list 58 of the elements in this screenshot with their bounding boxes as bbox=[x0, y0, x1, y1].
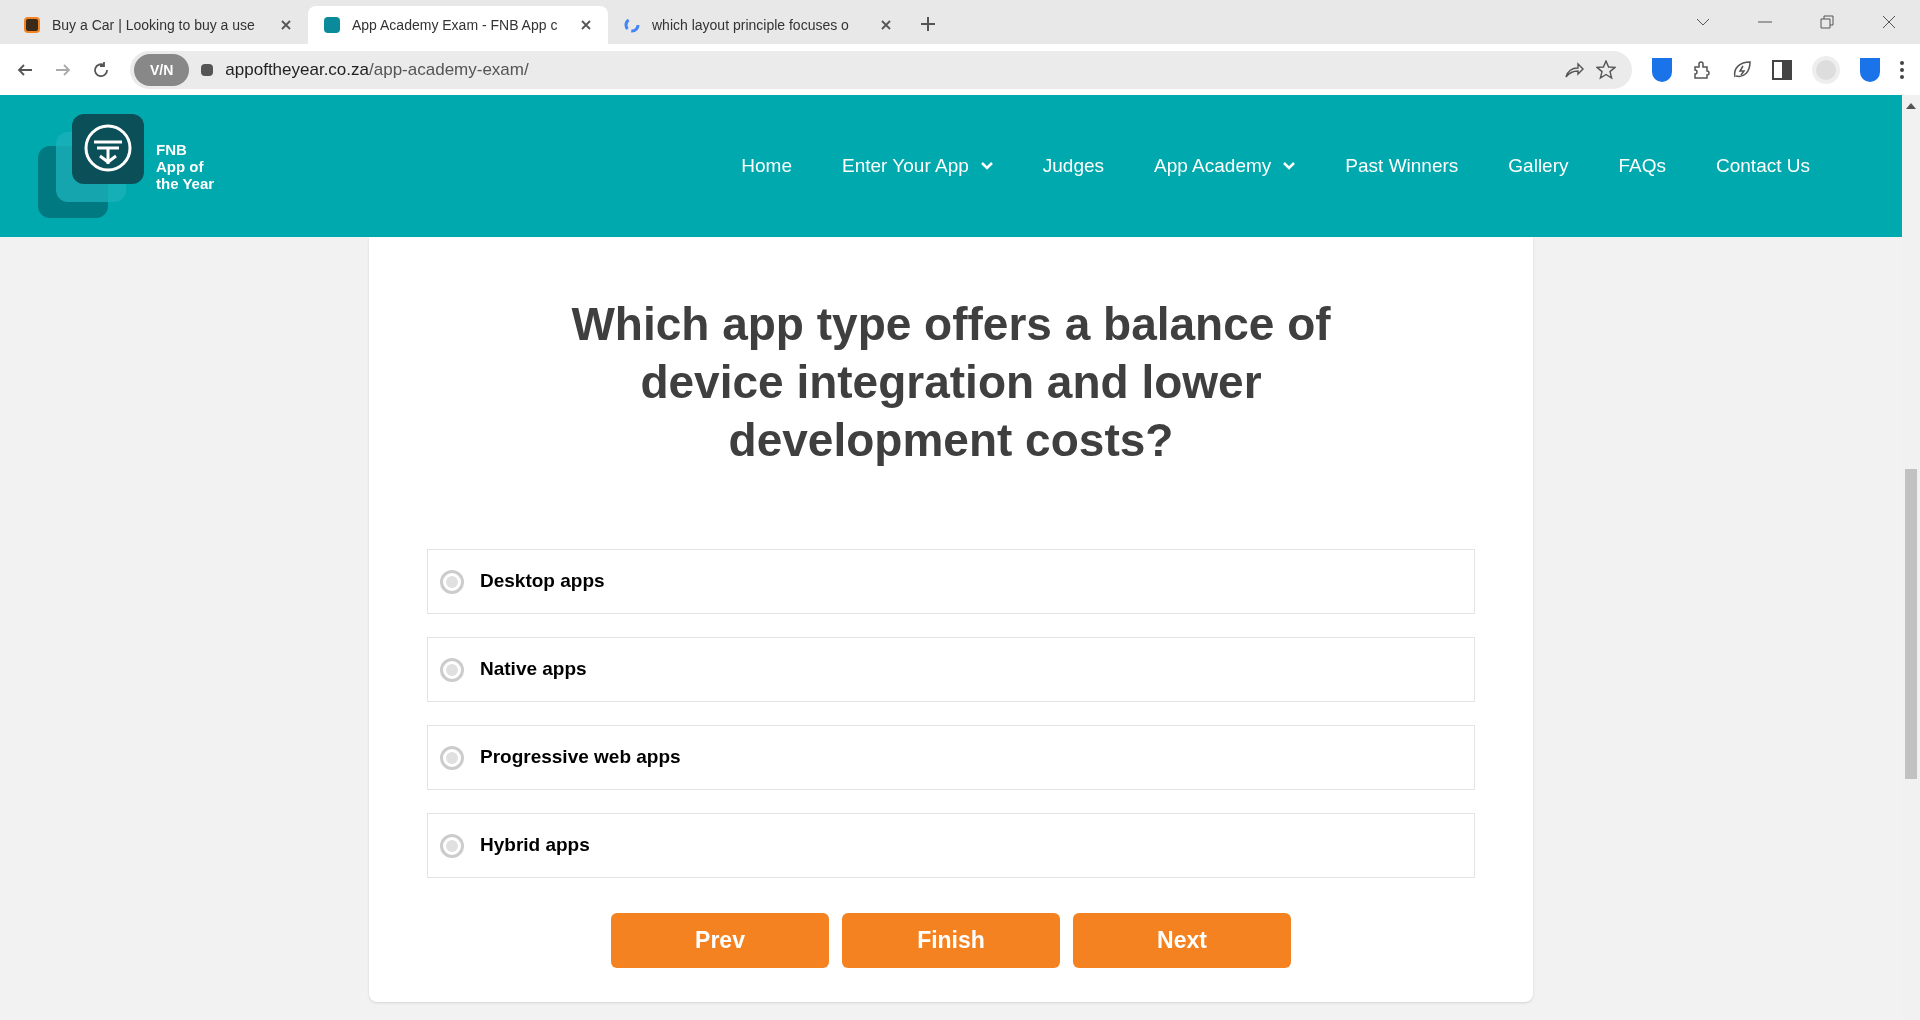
sidebar-icon[interactable] bbox=[1772, 59, 1792, 80]
address-bar[interactable]: V/N appoftheyear.co.za/app-academy-exam/ bbox=[130, 50, 1632, 89]
tab-title: App Academy Exam - FNB App c bbox=[352, 15, 559, 35]
scrollbar-thumb[interactable] bbox=[1905, 469, 1917, 779]
nav-link[interactable]: App Academy bbox=[1154, 151, 1296, 181]
chevron-down-icon bbox=[980, 162, 993, 170]
close-icon[interactable] bbox=[580, 19, 592, 31]
google-icon bbox=[624, 17, 640, 33]
chevron-down-icon bbox=[1283, 162, 1296, 170]
puzzle-icon[interactable] bbox=[1692, 59, 1712, 80]
url-text: appoftheyear.co.za/app-academy-exam/ bbox=[225, 58, 530, 81]
star-icon[interactable] bbox=[1596, 59, 1616, 80]
site-icon bbox=[324, 17, 340, 33]
browser-tab[interactable]: App Academy Exam - FNB App c bbox=[308, 6, 608, 44]
option-label: Desktop apps bbox=[480, 569, 605, 594]
answer-option[interactable]: Desktop apps bbox=[427, 549, 1475, 614]
tab-title: which layout principle focuses o bbox=[652, 15, 850, 35]
radio-button[interactable] bbox=[440, 569, 464, 594]
reload-icon[interactable] bbox=[92, 60, 110, 79]
answer-option[interactable]: Native apps bbox=[427, 637, 1475, 702]
restore-icon[interactable] bbox=[1820, 15, 1834, 29]
radio-button[interactable] bbox=[440, 657, 464, 682]
close-icon[interactable] bbox=[280, 19, 292, 31]
shield-icon[interactable] bbox=[1652, 57, 1672, 82]
logo-text: FNB App of the Year bbox=[156, 140, 215, 192]
nav-link[interactable]: Past Winners bbox=[1345, 151, 1459, 181]
scroll-up-icon[interactable] bbox=[1906, 103, 1916, 109]
nav-link[interactable]: Judges bbox=[1042, 151, 1105, 181]
nav-link[interactable]: Enter Your App bbox=[842, 151, 993, 181]
logo-icon[interactable] bbox=[36, 112, 144, 220]
answer-option[interactable]: Progressive web apps bbox=[427, 725, 1475, 790]
close-icon[interactable] bbox=[1882, 15, 1896, 29]
answer-option[interactable]: Hybrid apps bbox=[427, 813, 1475, 878]
site-icon bbox=[24, 17, 40, 33]
option-label: Native apps bbox=[480, 657, 587, 682]
radio-button[interactable] bbox=[440, 833, 464, 858]
radio-button[interactable] bbox=[440, 745, 464, 770]
close-icon[interactable] bbox=[880, 19, 892, 31]
menu-icon[interactable] bbox=[1900, 60, 1904, 79]
lock-icon bbox=[201, 63, 214, 76]
question-heading: Which app type offers a balance of device integration and lower development costs? bbox=[570, 297, 1332, 468]
new-tab-icon[interactable] bbox=[920, 16, 936, 32]
nav-button[interactable]: Finish bbox=[842, 913, 1060, 968]
tab-title: Buy a Car | Looking to buy a use bbox=[52, 15, 256, 35]
browser-tab[interactable]: Buy a Car | Looking to buy a use bbox=[8, 6, 308, 44]
vpn-badge[interactable]: V/N bbox=[134, 53, 190, 86]
nav-link[interactable]: Home bbox=[741, 151, 792, 181]
option-label: Hybrid apps bbox=[480, 833, 590, 858]
share-icon[interactable] bbox=[1564, 60, 1584, 79]
leaf-icon[interactable] bbox=[1732, 59, 1752, 80]
nav-link[interactable]: FAQs bbox=[1618, 151, 1666, 181]
nav-link[interactable]: Contact Us bbox=[1716, 151, 1810, 181]
option-label: Progressive web apps bbox=[480, 745, 681, 770]
chevron-down-icon[interactable] bbox=[1696, 18, 1710, 26]
browser-tab[interactable]: which layout principle focuses o bbox=[608, 6, 908, 44]
nav-button[interactable]: Prev bbox=[611, 913, 829, 968]
nav-button[interactable]: Next bbox=[1073, 913, 1291, 968]
nav-link[interactable]: Gallery bbox=[1508, 151, 1569, 181]
